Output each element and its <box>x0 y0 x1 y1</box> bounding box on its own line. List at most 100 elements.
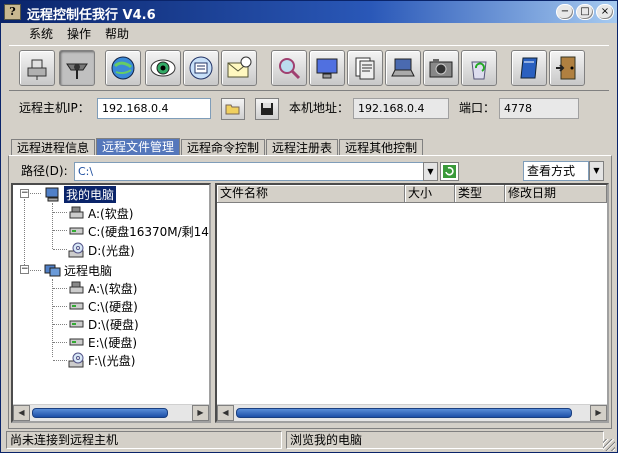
column-modified-date[interactable]: 修改日期 <box>505 185 607 203</box>
collapse-my-computer[interactable]: − <box>20 189 29 198</box>
close-button[interactable]: × <box>596 4 614 20</box>
save-button[interactable] <box>255 98 279 120</box>
satellite-icon <box>66 63 88 79</box>
cd-drive-icon <box>67 242 85 258</box>
scrollbar-thumb[interactable] <box>236 408 572 418</box>
tab-registry[interactable]: 远程注册表 <box>266 139 339 156</box>
hard-drive-icon <box>67 334 85 350</box>
view-mode-select[interactable]: 查看方式 <box>523 161 589 181</box>
app-icon: ? <box>4 4 21 20</box>
laptop-icon <box>391 58 415 77</box>
view-mode-dropdown-button[interactable]: ▼ <box>589 161 604 181</box>
tree-remote-drive-f[interactable]: F:\(光盘) <box>67 351 135 369</box>
exit-door-icon <box>556 56 576 80</box>
tree-remote-computer[interactable]: 远程电脑 <box>43 261 112 279</box>
scroll-left-arrow[interactable]: ◀ <box>217 405 234 421</box>
tree-remote-drive-c[interactable]: C:\(硬盘) <box>67 297 138 315</box>
folder-tree: − 我的电脑 A:(软盘) C:(硬盘16370M/剩148 D:(光盘) − … <box>11 183 211 423</box>
resize-grip[interactable] <box>603 439 615 451</box>
open-folder-button[interactable] <box>221 98 245 120</box>
disconnect-button[interactable] <box>59 50 95 86</box>
host-ip-input[interactable]: 192.168.0.4 <box>97 98 211 119</box>
network-disk-icon <box>189 56 213 80</box>
status-browse: 浏览我的电脑 <box>286 431 604 449</box>
floppy-drive-icon <box>67 280 85 296</box>
status-connection: 尚未连接到远程主机 <box>6 431 282 449</box>
scroll-right-arrow[interactable]: ▶ <box>590 405 607 421</box>
local-address-label: 本机地址： <box>289 101 350 115</box>
address-row: 远程主机IP： 192.168.0.4 本机地址： 192.168.0.4 端口… <box>15 95 609 125</box>
connect-button[interactable] <box>19 50 55 86</box>
menu-system[interactable]: 系统 <box>27 25 55 43</box>
port-label: 端口： <box>459 101 496 115</box>
filelist-horizontal-scrollbar[interactable]: ◀ ▶ <box>217 404 607 421</box>
tree-remote-drive-a[interactable]: A:\(软盘) <box>67 279 137 297</box>
globe-icon <box>111 56 135 80</box>
book-icon <box>520 57 538 79</box>
menu-operate[interactable]: 操作 <box>65 25 93 43</box>
tab-bar: 远程进程信息 远程文件管理 远程命令控制 远程注册表 远程其他控制 <box>11 138 424 156</box>
tree-local-drive-c[interactable]: C:(硬盘16370M/剩148 <box>67 222 209 240</box>
magnifier-icon <box>279 58 301 80</box>
hard-drive-icon <box>67 298 85 314</box>
tree-local-drive-a[interactable]: A:(软盘) <box>67 204 133 222</box>
monitor-icon <box>316 58 338 79</box>
monitor-eye-button[interactable] <box>145 50 181 86</box>
floppy-icon <box>261 103 273 115</box>
tab-command-control[interactable]: 远程命令控制 <box>181 139 266 156</box>
window-title: 远程控制任我行 V4.6 <box>27 8 156 23</box>
menu-help[interactable]: 帮助 <box>103 25 131 43</box>
refresh-icon <box>443 165 456 178</box>
message-button[interactable] <box>221 50 257 86</box>
title-bar[interactable]: ? 远程控制任我行 V4.6 − □ × <box>1 1 617 23</box>
camera-icon <box>429 59 453 78</box>
tree-my-computer[interactable]: 我的电脑 <box>43 185 117 203</box>
path-dropdown-button[interactable]: ▼ <box>423 162 438 181</box>
hard-drive-icon <box>67 316 85 332</box>
tree-remote-drive-d[interactable]: D:\(硬盘) <box>67 315 139 333</box>
exit-button[interactable] <box>549 50 585 86</box>
file-list: 文件名称 大小 类型 修改日期 ◀ ▶ <box>215 183 609 423</box>
toolbar <box>9 45 609 91</box>
refresh-recycle-button[interactable] <box>461 50 497 86</box>
column-file-name[interactable]: 文件名称 <box>217 185 405 203</box>
recycle-bin-icon <box>471 61 487 80</box>
search-button[interactable] <box>271 50 307 86</box>
camera-button[interactable] <box>423 50 459 86</box>
document-button[interactable] <box>347 50 383 86</box>
maximize-button[interactable]: □ <box>576 4 594 20</box>
column-size[interactable]: 大小 <box>405 185 455 203</box>
collapse-remote-computer[interactable]: − <box>20 265 29 274</box>
scroll-right-arrow[interactable]: ▶ <box>192 405 209 421</box>
browser-button[interactable] <box>105 50 141 86</box>
column-type[interactable]: 类型 <box>455 185 505 203</box>
port-field: 4778 <box>499 98 579 119</box>
local-address-field: 192.168.0.4 <box>353 98 449 119</box>
scrollbar-thumb[interactable] <box>32 408 168 418</box>
screen-button[interactable] <box>309 50 345 86</box>
envelope-clock-icon <box>227 56 252 78</box>
network-host-icon <box>27 59 47 80</box>
tab-other-control[interactable]: 远程其他控制 <box>339 139 424 156</box>
path-input[interactable]: C:\ <box>74 162 424 181</box>
remote-computer-icon <box>43 262 61 278</box>
path-label: 路径(D): <box>21 164 68 178</box>
host-ip-label: 远程主机IP： <box>19 101 90 115</box>
tree-local-drive-d[interactable]: D:(光盘) <box>67 241 135 259</box>
folder-open-icon <box>225 104 240 115</box>
tree-horizontal-scrollbar[interactable]: ◀ ▶ <box>13 404 209 421</box>
cd-drive-icon <box>67 352 85 368</box>
help-book-button[interactable] <box>511 50 547 86</box>
network-share-button[interactable] <box>183 50 219 86</box>
refresh-button[interactable] <box>440 162 459 181</box>
laptop-button[interactable] <box>385 50 421 86</box>
floppy-drive-icon <box>67 205 85 221</box>
scroll-left-arrow[interactable]: ◀ <box>13 405 30 421</box>
tree-remote-drive-e[interactable]: E:\(硬盘) <box>67 333 137 351</box>
tab-process-info[interactable]: 远程进程信息 <box>11 139 96 156</box>
eye-icon <box>150 59 176 77</box>
minimize-button[interactable]: − <box>556 4 574 20</box>
hard-drive-icon <box>67 223 85 239</box>
tab-file-manager[interactable]: 远程文件管理 <box>96 138 181 156</box>
computer-icon <box>43 186 61 202</box>
